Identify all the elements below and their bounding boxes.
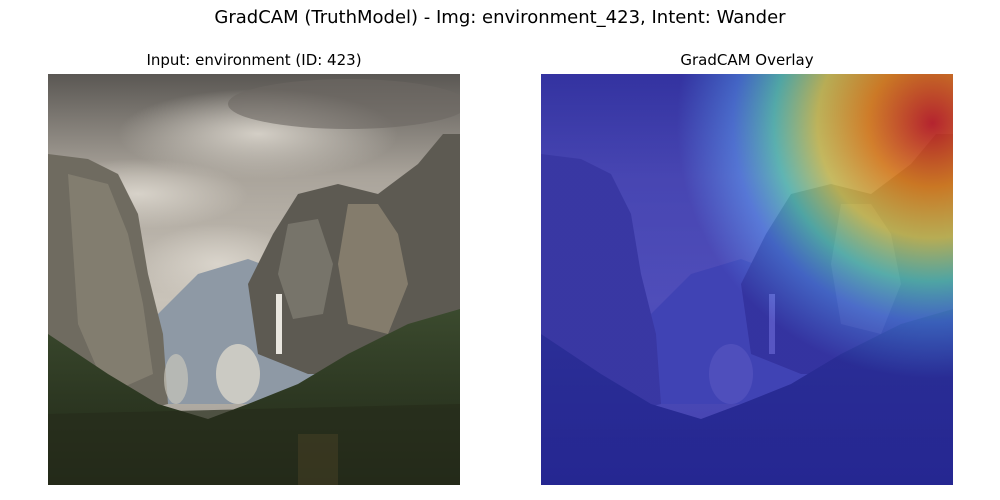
overlay-panel-title: GradCAM Overlay <box>680 51 814 69</box>
input-panel-title: Input: environment (ID: 423) <box>146 51 362 69</box>
figure-suptitle: GradCAM (TruthModel) - Img: environment_… <box>214 7 786 28</box>
input-image <box>48 74 460 485</box>
gradcam-overlay-image <box>541 74 953 485</box>
